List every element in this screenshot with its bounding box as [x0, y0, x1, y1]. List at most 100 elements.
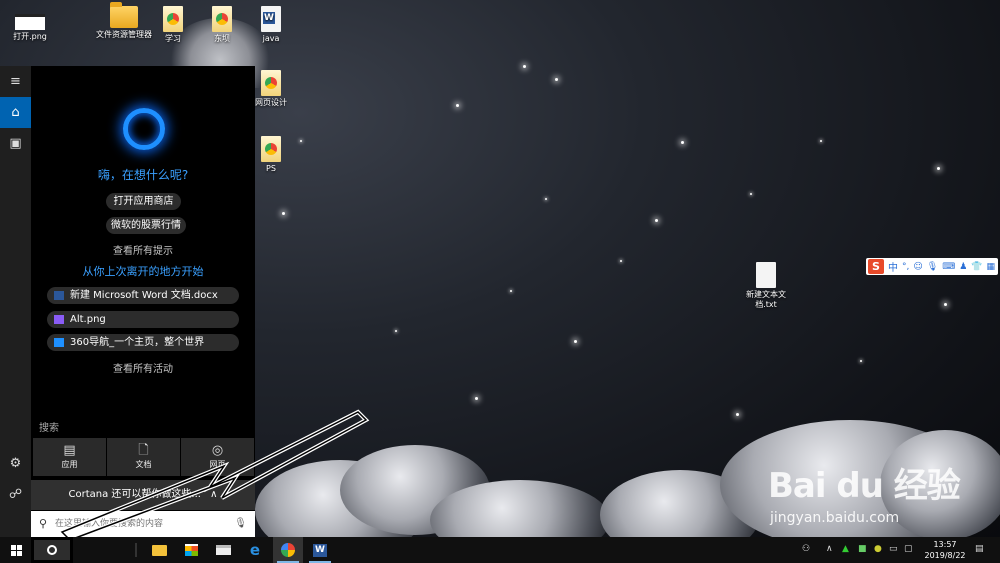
folder-icon — [261, 136, 281, 162]
desktop-icon-label: 新建文本文档.txt — [746, 290, 786, 309]
punctuation-icon[interactable]: °, — [902, 262, 909, 272]
people-icon[interactable]: ⚇ — [802, 544, 810, 554]
network-icon[interactable]: ▭ — [889, 544, 898, 554]
star — [937, 167, 940, 170]
watermark-url: jingyan.baidu.com — [770, 510, 900, 526]
cortana-ring-icon — [123, 108, 165, 150]
tray-security-icon[interactable]: ■ — [858, 544, 867, 554]
category-apps-button[interactable]: ▤ 应用 — [33, 438, 106, 476]
taskbar-store[interactable] — [176, 537, 206, 563]
star — [860, 360, 862, 362]
desktop-icon-label: java — [262, 34, 280, 43]
sogou-logo-icon: S — [868, 259, 884, 274]
star — [456, 104, 459, 107]
keyboard-icon[interactable]: ⌨ — [942, 262, 955, 272]
recent-item-alt-png[interactable]: Alt.png — [47, 311, 239, 328]
shortcut-icon — [212, 6, 232, 32]
image-file-icon — [15, 14, 45, 30]
category-label: 文档 — [135, 460, 152, 469]
recent-item-label: Alt.png — [70, 314, 106, 325]
category-label: 网页 — [209, 460, 226, 469]
image-file-icon — [54, 315, 64, 324]
settings-gear-icon[interactable]: ⚙ — [0, 448, 31, 479]
category-web-button[interactable]: ◎ 网页 — [181, 438, 254, 476]
search-section-label: 搜索 — [39, 423, 59, 434]
cortana-greeting: 嗨，在想什么呢? — [97, 168, 189, 182]
desktop-icon-label: 东坝 — [214, 34, 230, 43]
file-explorer-icon — [110, 2, 138, 28]
taskbar-browser[interactable] — [273, 537, 303, 563]
feedback-icon[interactable]: ☍ — [0, 479, 31, 510]
ime-mode-indicator[interactable]: 中 — [888, 259, 898, 274]
ime-toolbar[interactable]: S 中 °, ☺ 🎙 ⌨ ♟ 👕 ▦ — [866, 258, 998, 275]
notebook-icon[interactable]: ▣ — [0, 128, 31, 159]
tray-display-icon[interactable]: ▢ — [904, 544, 913, 554]
hamburger-menu-icon[interactable]: ≡ — [0, 66, 31, 97]
see-all-tips-link[interactable]: 查看所有提示 — [31, 242, 255, 257]
star — [820, 140, 822, 142]
desktop-icon-java[interactable]: java — [241, 6, 301, 44]
taskbar-search-input[interactable]: ⚲ 在这里输入你要搜索的内容 🎙 — [31, 511, 255, 537]
browser-page-icon — [54, 338, 64, 347]
search-icon: ⚲ — [39, 517, 48, 530]
recent-item-label: 新建 Microsoft Word 文档.docx — [70, 290, 218, 301]
notification-center-icon[interactable]: ▤ — [975, 544, 984, 554]
taskbar-word[interactable]: W — [305, 537, 335, 563]
tray-360-icon[interactable]: ● — [874, 544, 882, 554]
clock-date: 2019/8/22 — [924, 551, 966, 560]
emoji-icon[interactable]: ☺ — [913, 262, 922, 272]
chevron-up-icon: ∧ — [210, 489, 218, 500]
star — [510, 290, 512, 292]
taskbar-edge[interactable]: e — [240, 537, 270, 563]
word-doc-icon — [54, 291, 64, 300]
taskbar-clock[interactable]: 13:57 2019/8/22 — [920, 539, 970, 561]
star — [555, 78, 558, 81]
start-button[interactable] — [0, 537, 32, 563]
taskbar-mail[interactable] — [208, 537, 238, 563]
grid-menu-icon[interactable]: ▦ — [987, 262, 996, 272]
document-icon: 🗋 — [138, 443, 149, 458]
star — [395, 330, 397, 332]
watermark-brand: Bai du 经验 — [768, 466, 961, 506]
desktop-icon-label: PS — [266, 164, 276, 173]
desktop-icon-label: 网页设计 — [255, 98, 287, 107]
recent-item-360-nav[interactable]: 360导航_一个主页，整个世界 — [47, 334, 239, 351]
cortana-panel: 嗨，在想什么呢? 打开应用商店 微软的股票行情 查看所有提示 从你上次离开的地方… — [31, 66, 255, 537]
star — [475, 397, 478, 400]
taskbar-file-explorer[interactable] — [144, 537, 174, 563]
recent-item-word-doc[interactable]: 新建 Microsoft Word 文档.docx — [47, 287, 239, 304]
tray-app-icon[interactable]: ▲ — [842, 544, 849, 554]
clock-time: 13:57 — [933, 540, 957, 549]
shirt-icon[interactable]: 👕 — [971, 262, 982, 272]
cortana-circle-icon — [47, 545, 57, 555]
taskbar-separator — [135, 543, 137, 557]
category-documents-button[interactable]: 🗋 文档 — [107, 438, 180, 476]
shortcut-icon — [163, 6, 183, 32]
folder-icon — [261, 70, 281, 96]
cortana-help-text: Cortana 还可以帮你做这些... — [68, 489, 201, 500]
desktop-icon-label: 打开.png — [13, 32, 47, 41]
skin-icon[interactable]: ♟ — [959, 262, 967, 272]
search-placeholder: 在这里输入你要搜索的内容 — [55, 519, 164, 529]
word-doc-icon — [261, 6, 281, 32]
globe-icon: ◎ — [211, 443, 224, 458]
windows-logo-icon — [10, 544, 22, 556]
start-left-rail: ≡ ⌂ ▣ ⚙ ☍ — [0, 66, 31, 537]
star — [523, 65, 526, 68]
star — [655, 219, 658, 222]
store-bag-icon — [184, 544, 198, 556]
star — [944, 303, 947, 306]
microphone-icon[interactable]: 🎙 — [234, 511, 247, 537]
suggestion-open-store[interactable]: 打开应用商店 — [106, 193, 181, 210]
cortana-button[interactable] — [31, 537, 73, 563]
desktop-icon-open-png[interactable]: 打开.png — [0, 14, 60, 42]
suggestion-ms-stock[interactable]: 微软的股票行情 — [106, 217, 186, 234]
microphone-icon[interactable]: 🎙 — [927, 262, 938, 272]
star — [282, 212, 285, 215]
home-icon[interactable]: ⌂ — [0, 97, 31, 128]
desktop-icon-new-text-doc[interactable]: 新建文本文档.txt — [736, 262, 796, 310]
baidu-jingyan-watermark: Bai du 经验 jingyan.baidu.com — [768, 458, 961, 526]
see-all-activity-link[interactable]: 查看所有活动 — [31, 360, 255, 375]
cortana-help-bar[interactable]: Cortana 还可以帮你做这些... ∧ — [31, 480, 255, 510]
chevron-up-icon[interactable]: ∧ — [826, 544, 833, 554]
